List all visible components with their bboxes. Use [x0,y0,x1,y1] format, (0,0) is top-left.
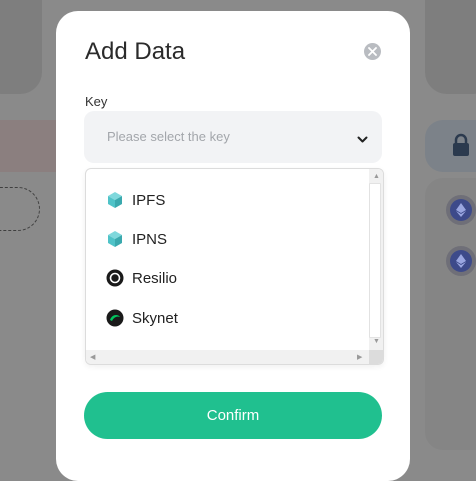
scroll-right-arrow-icon[interactable]: ▶ [357,354,362,361]
scroll-up-arrow-icon[interactable]: ▲ [373,173,380,180]
scroll-down-arrow-icon[interactable]: ▼ [373,338,380,345]
option-ipns[interactable]: IPNS [106,227,167,251]
confirm-button[interactable]: Confirm [84,392,382,439]
vertical-scrollbar[interactable]: ▲ ▼ [369,169,383,350]
ethereum-icon [446,246,476,276]
chevron-down-icon [357,131,368,149]
background-banner [0,120,56,172]
ipns-cube-icon [106,230,124,248]
key-select[interactable]: Please select the key [84,111,382,163]
vertical-scroll-thumb[interactable] [369,183,381,338]
option-resilio[interactable]: Resilio [106,266,177,290]
key-dropdown-list[interactable]: IPFS IPNS Resilio Skynet ▲ ▼ ◀ ▶ [85,168,384,365]
lock-icon [451,133,471,162]
horizontal-scroll-thumb[interactable] [100,352,355,362]
option-label: Resilio [132,269,178,287]
close-icon [368,43,377,61]
key-label: Key [85,94,108,109]
background-card-right [425,0,476,94]
option-ipfs[interactable]: IPFS [106,188,165,212]
add-data-modal: Add Data Key Please select the key IPFS [56,11,410,481]
scroll-left-arrow-icon[interactable]: ◀ [90,354,95,361]
background-dashed-box [0,187,40,231]
option-skynet[interactable]: Skynet [106,306,178,330]
option-label: Skynet [132,309,178,327]
horizontal-scrollbar[interactable]: ◀ ▶ [86,350,369,364]
option-label: IPFS [132,191,166,209]
ipfs-cube-icon [106,191,124,209]
option-label: IPNS [132,230,168,248]
ethereum-icon [446,195,476,225]
background-card-left [0,0,42,94]
key-select-placeholder: Please select the key [107,129,230,144]
skynet-icon [106,309,124,327]
scrollbar-corner [369,350,383,364]
modal-title: Add Data [85,38,186,65]
close-button[interactable] [364,43,381,60]
resilio-icon [106,269,124,287]
